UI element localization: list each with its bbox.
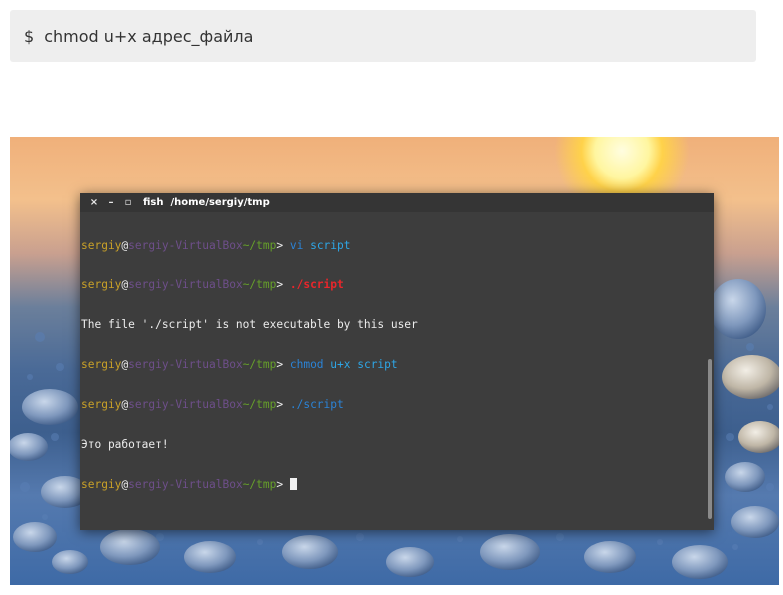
terminal-line: sergiy@sergiy-VirtualBox~/tmp> chmod u+x… [81, 358, 714, 371]
prompt-path: ~/tmp [242, 398, 277, 412]
terminal-window[interactable]: × – ▫ fish /home/sergiy/tmp sergiy@sergi… [80, 193, 714, 530]
prompt-path: ~/tmp [242, 477, 277, 491]
terminal-app-name: fish [143, 197, 164, 208]
output-text: Это работает! [81, 438, 169, 452]
dollar-sign: $ [24, 26, 35, 46]
prompt-path: ~/tmp [242, 358, 277, 372]
terminal-line: Это работает! [81, 438, 714, 451]
prompt-symbol: > [276, 278, 290, 292]
text-cursor [289, 477, 297, 490]
command: chmod [289, 358, 324, 372]
output-text: The file './script' is not executable by… [81, 318, 418, 332]
command-text: chmod u+x адрес_файла [44, 26, 254, 46]
command-arg: u+x script [323, 358, 398, 372]
command: ./script [289, 398, 344, 412]
command-error: ./script [289, 278, 344, 292]
prompt-host: sergiy-VirtualBox [128, 477, 243, 491]
prompt-symbol: > [276, 358, 290, 372]
prompt-host: sergiy-VirtualBox [128, 238, 243, 252]
terminal-output[interactable]: sergiy@sergiy-VirtualBox~/tmp> vi script… [80, 212, 714, 518]
minimize-icon[interactable]: – [105, 197, 117, 208]
prompt-path: ~/tmp [242, 278, 277, 292]
terminal-line: sergiy@sergiy-VirtualBox~/tmp> ./script [81, 278, 714, 291]
prompt-symbol: > [276, 398, 290, 412]
terminal-line: sergiy@sergiy-VirtualBox~/tmp> ./script [81, 398, 714, 411]
command-arg: script [303, 238, 351, 252]
scrollbar[interactable] [708, 359, 712, 519]
prompt-user: sergiy [81, 398, 122, 412]
command-code-block: $ chmod u+x адрес_файла [10, 10, 756, 62]
terminal-line: sergiy@sergiy-VirtualBox~/tmp> [81, 477, 714, 491]
prompt-user: sergiy [81, 358, 122, 372]
prompt-symbol: > [276, 238, 290, 252]
command: vi [289, 238, 304, 252]
close-icon[interactable]: × [88, 197, 100, 208]
prompt-host: sergiy-VirtualBox [128, 278, 243, 292]
terminal-line: sergiy@sergiy-VirtualBox~/tmp> vi script [81, 239, 714, 252]
prompt-host: sergiy-VirtualBox [128, 358, 243, 372]
prompt-symbol: > [276, 477, 290, 491]
prompt-host: sergiy-VirtualBox [128, 398, 243, 412]
prompt-path: ~/tmp [242, 238, 277, 252]
prompt-user: sergiy [81, 238, 122, 252]
maximize-icon[interactable]: ▫ [122, 197, 134, 208]
terminal-title-path: /home/sergiy/tmp [170, 197, 270, 208]
prompt-user: sergiy [81, 477, 122, 491]
terminal-line: The file './script' is not executable by… [81, 318, 714, 331]
terminal-titlebar[interactable]: × – ▫ fish /home/sergiy/tmp [80, 193, 714, 212]
prompt-user: sergiy [81, 278, 122, 292]
